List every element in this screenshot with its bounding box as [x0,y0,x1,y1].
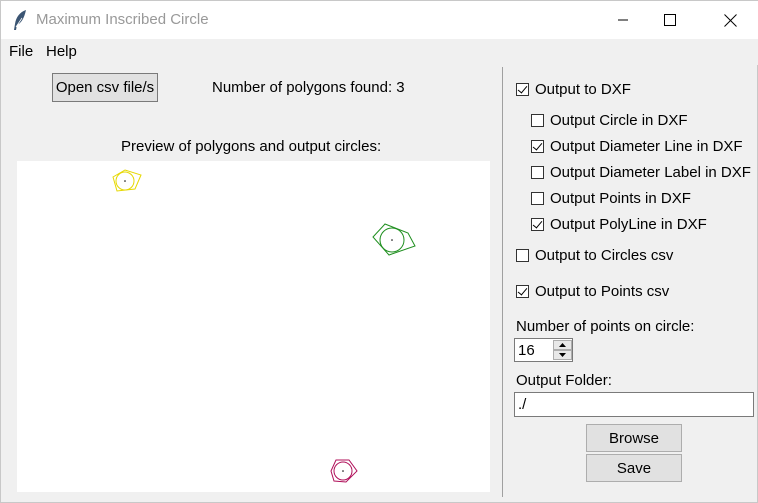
preview-polygon-1 [112,169,142,192]
menu-help[interactable]: Help [46,43,77,60]
circle-dxf-option[interactable]: Output Circle in DXF [531,111,688,129]
close-icon [723,13,737,27]
points-csv-label: Output to Points csv [535,282,670,300]
feather-icon [14,10,26,30]
preview-center-3 [342,470,344,472]
points-on-circle-value[interactable]: 16 [518,342,535,359]
preview-canvas [17,161,490,492]
title-bar[interactable]: Maximum Inscribed Circle [1,1,758,39]
output-dxf-option[interactable]: Output to DXF [516,80,631,98]
diameter-label-dxf-label: Output Diameter Label in DXF [550,163,751,181]
polyline-dxf-label: Output PolyLine in DXF [550,215,707,233]
points-dxf-checkbox[interactable] [531,191,544,205]
diameter-label-dxf-checkbox[interactable] [531,165,544,179]
points-on-circle-label: Number of points on circle: [516,318,695,335]
points-dxf-label: Output Points in DXF [550,189,691,207]
polyline-dxf-checkbox[interactable] [531,217,544,231]
menu-file[interactable]: File [9,43,33,60]
spin-up-button[interactable] [553,340,572,350]
polygon-count-label: Number of polygons found: 3 [212,79,405,96]
preview-svg [112,169,416,483]
maximize-icon [664,14,676,26]
maximize-button[interactable] [647,1,693,39]
output-folder-input[interactable] [514,392,754,417]
minimize-button[interactable] [600,1,646,39]
circle-dxf-label: Output Circle in DXF [550,111,688,129]
polyline-dxf-option[interactable]: Output PolyLine in DXF [531,215,707,233]
preview-center-2 [391,239,393,241]
diameter-line-dxf-label: Output Diameter Line in DXF [550,137,743,155]
diameter-line-dxf-option[interactable]: Output Diameter Line in DXF [531,137,743,155]
open-csv-button[interactable]: Open csv file/s [52,73,158,102]
circles-csv-checkbox[interactable] [516,248,529,262]
chevron-up-icon [559,343,566,347]
browse-button[interactable]: Browse [586,424,682,452]
close-button[interactable] [707,1,753,39]
points-on-circle-spinbox[interactable]: 16 [514,338,573,362]
preview-label: Preview of polygons and output circles: [121,138,382,155]
spin-down-button[interactable] [553,350,572,360]
preview-center-1 [124,180,126,182]
menu-bar: File Help [1,39,758,65]
diameter-line-dxf-checkbox[interactable] [531,139,544,153]
circle-dxf-checkbox[interactable] [531,113,544,127]
minimize-icon [618,19,628,21]
diameter-label-dxf-option[interactable]: Output Diameter Label in DXF [531,163,751,181]
points-dxf-option[interactable]: Output Points in DXF [531,189,691,207]
window-title: Maximum Inscribed Circle [36,11,209,28]
circles-csv-label: Output to Circles csv [535,246,674,264]
circles-csv-option[interactable]: Output to Circles csv [516,246,673,264]
chevron-down-icon [559,353,566,357]
output-folder-label: Output Folder: [516,372,612,389]
output-dxf-label: Output to DXF [535,80,631,98]
points-csv-option[interactable]: Output to Points csv [516,282,669,300]
panel-divider [502,67,503,497]
preview-polygon-3 [330,459,358,483]
output-dxf-checkbox[interactable] [516,82,529,96]
app-window: Maximum Inscribed Circle File Help Open … [0,0,758,503]
points-csv-checkbox[interactable] [516,284,529,298]
save-button[interactable]: Save [586,454,682,482]
